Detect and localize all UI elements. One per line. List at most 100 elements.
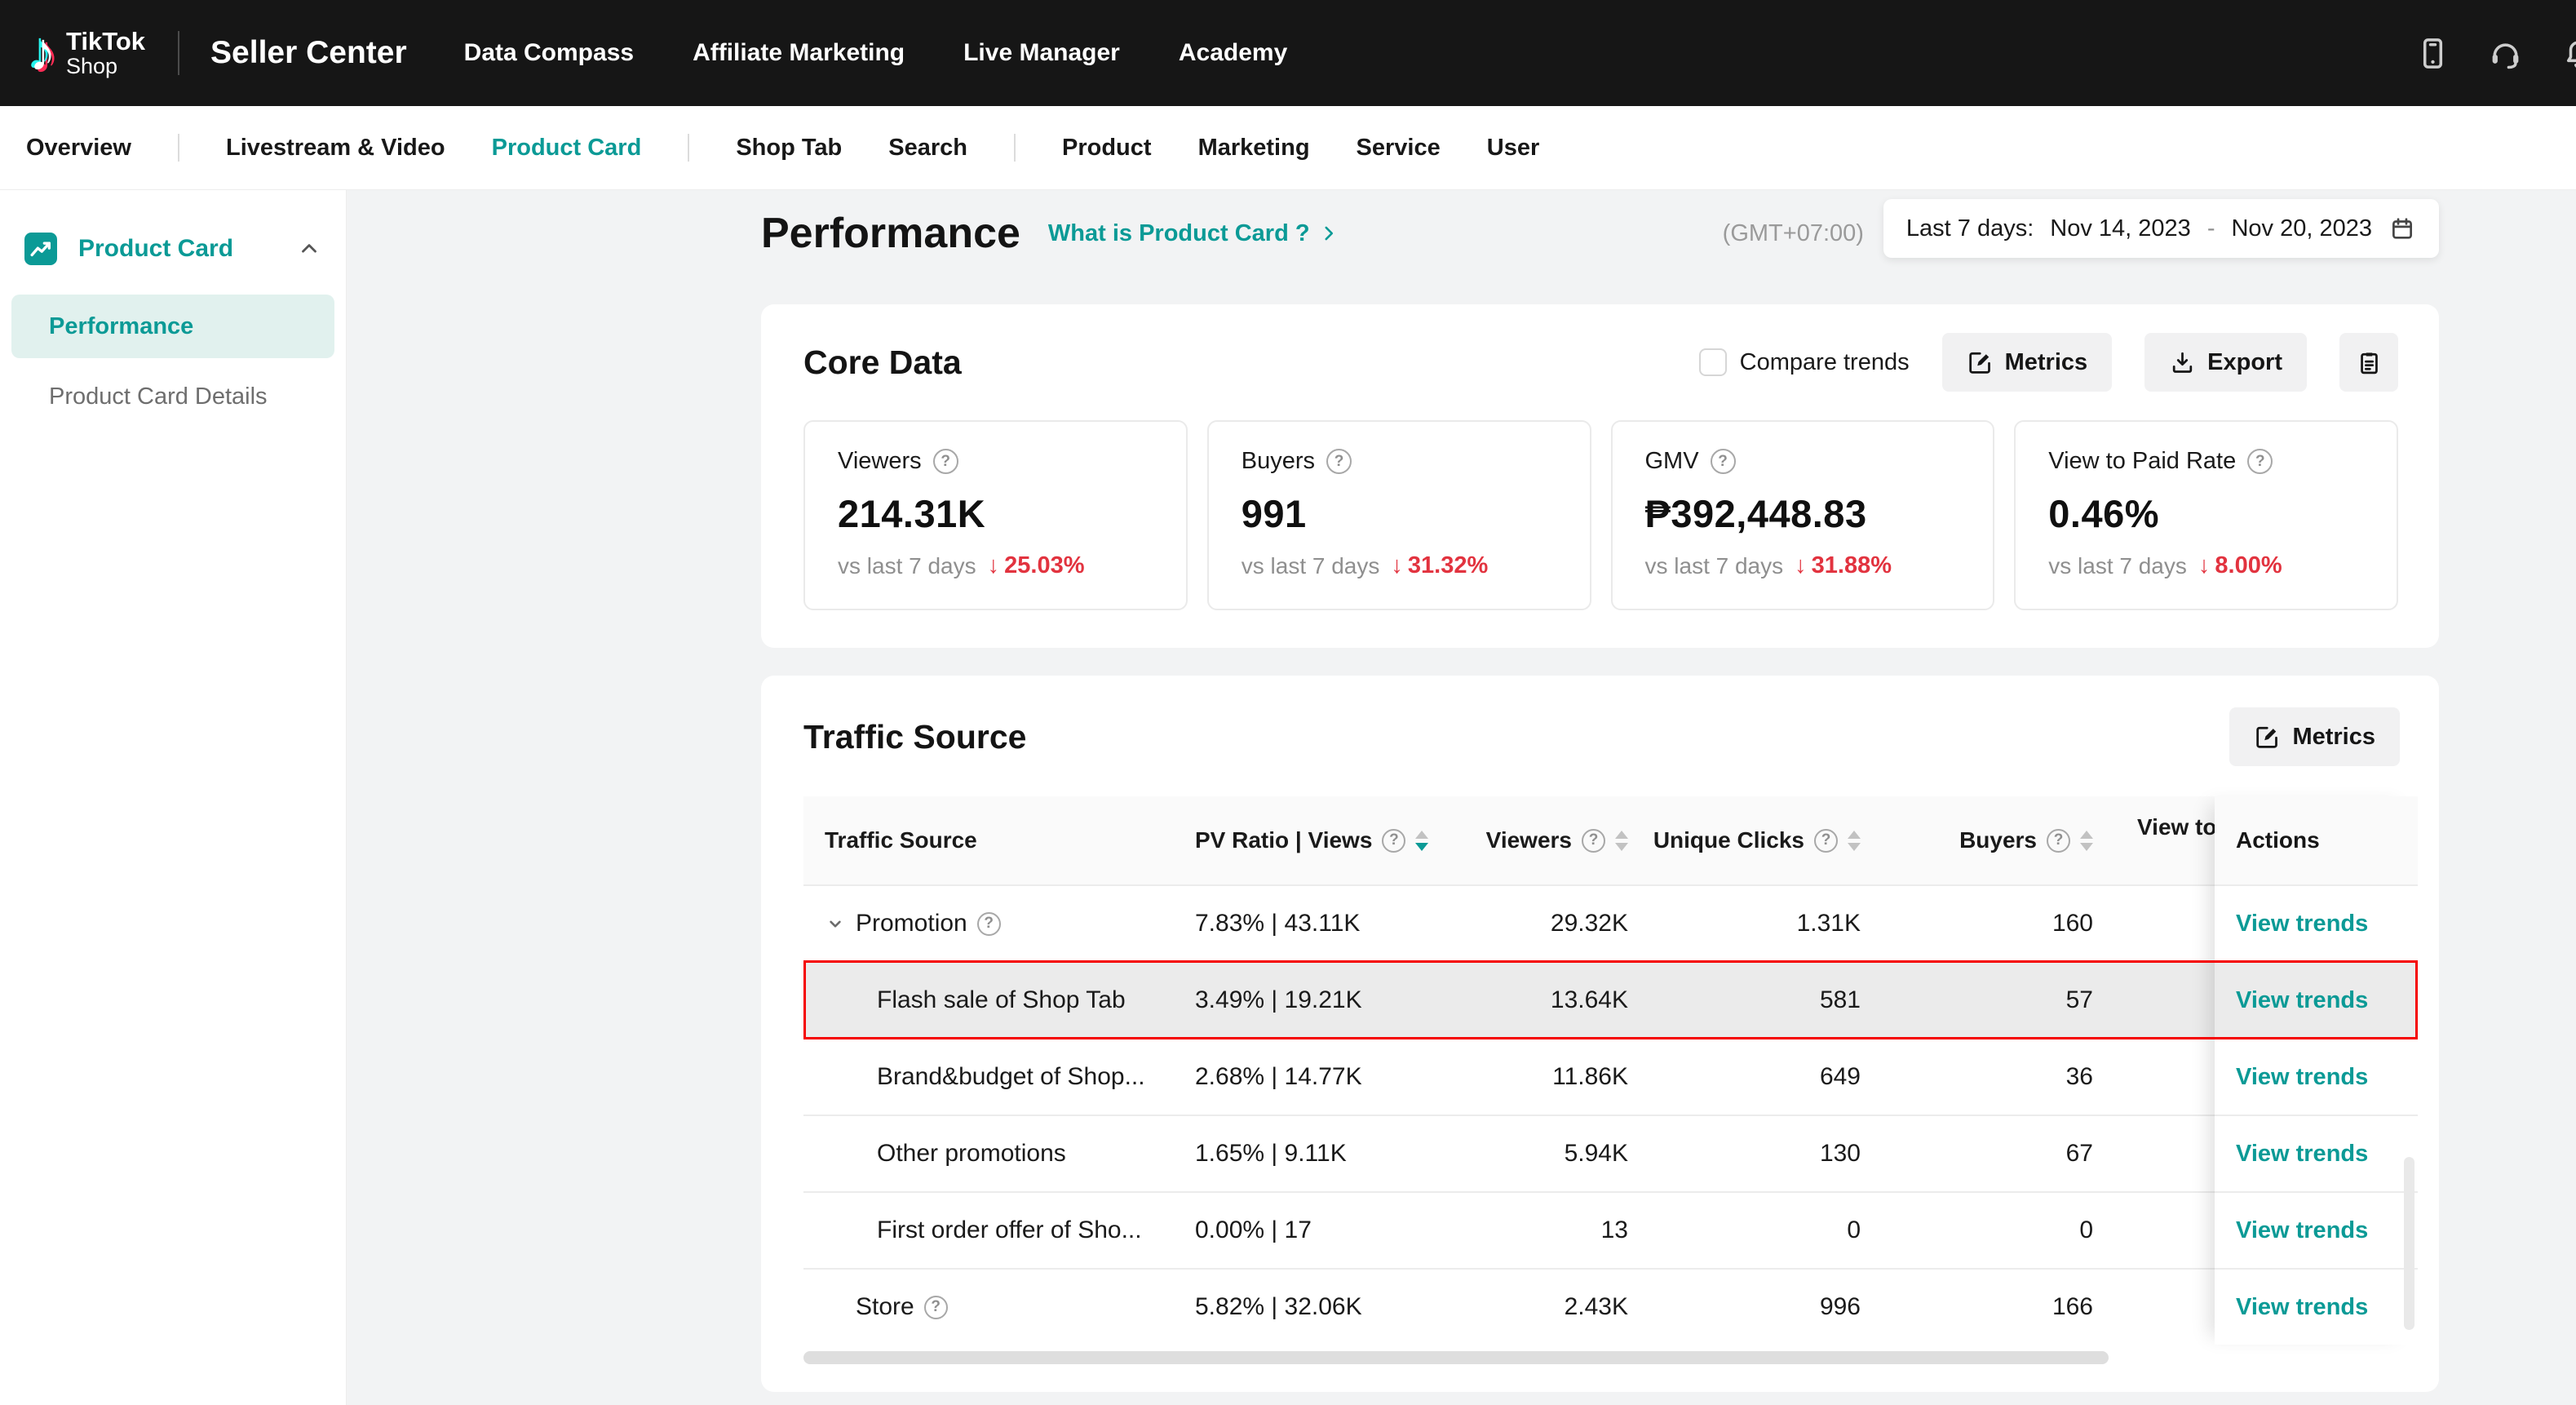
sort-control-buyers[interactable] bbox=[2080, 831, 2093, 851]
tab-product-card[interactable]: Product Card bbox=[492, 135, 642, 162]
tiktok-shop-logo[interactable]: ♪ TikTok Shop bbox=[29, 28, 145, 79]
column-header-unique-clicks: Unique Clicks ? bbox=[1640, 827, 1872, 853]
stat-card-viewers: Viewers ? 214.31K vs last 7 days ↓25.03% bbox=[803, 420, 1188, 610]
view-trends-link[interactable]: View trends bbox=[2236, 1064, 2368, 1091]
table-row-promotion[interactable]: Promotion ? 7.83% | 43.11K 29.32K 1.31K … bbox=[803, 884, 2418, 961]
scrollbar-thumb[interactable] bbox=[803, 1351, 2109, 1364]
column-header-buyers: Buyers ? bbox=[1872, 827, 2105, 853]
top-nav-affiliate-marketing[interactable]: Affiliate Marketing bbox=[693, 39, 905, 67]
tab-user[interactable]: User bbox=[1487, 135, 1540, 162]
help-icon[interactable]: ? bbox=[933, 449, 958, 474]
cell-viewers: 13 bbox=[1436, 1217, 1640, 1244]
cell-buyers: 0 bbox=[1872, 1217, 2105, 1244]
section-tab-bar: Overview Livestream & Video Product Card… bbox=[0, 106, 2576, 190]
core-data-title: Core Data bbox=[803, 343, 962, 382]
edit-metrics-icon bbox=[1967, 349, 1994, 376]
help-icon[interactable]: ? bbox=[2047, 829, 2070, 853]
help-icon[interactable]: ? bbox=[1382, 829, 1405, 853]
table-row-first-order-offer[interactable]: First order offer of Sho... 0.00% | 17 1… bbox=[803, 1191, 2418, 1268]
divider bbox=[688, 134, 689, 162]
top-nav-data-compass[interactable]: Data Compass bbox=[464, 39, 634, 67]
table-vertical-scrollbar[interactable] bbox=[2404, 1157, 2414, 1330]
column-header-traffic-source: Traffic Source bbox=[803, 827, 1179, 853]
cell-pv: 7.83% | 43.11K bbox=[1179, 910, 1436, 937]
sort-control-pv[interactable] bbox=[1415, 831, 1428, 851]
sidebar-item-performance[interactable]: Performance bbox=[11, 295, 334, 358]
compare-trends-label: Compare trends bbox=[1740, 349, 1910, 376]
cell-clicks: 649 bbox=[1640, 1063, 1872, 1091]
cell-viewers: 13.64K bbox=[1436, 986, 1640, 1014]
table-row-brand-budget[interactable]: Brand&budget of Shop... 2.68% | 14.77K 1… bbox=[803, 1038, 2418, 1115]
compare-trends-checkbox[interactable] bbox=[1699, 348, 1727, 376]
chevron-down-icon[interactable] bbox=[825, 913, 846, 934]
mobile-app-icon[interactable] bbox=[2414, 34, 2452, 73]
chevron-up-icon[interactable] bbox=[297, 237, 321, 261]
page-title: Performance bbox=[761, 209, 1020, 258]
export-button[interactable]: Export bbox=[2144, 333, 2307, 392]
top-nav-live-manager[interactable]: Live Manager bbox=[963, 39, 1120, 67]
trend-down-icon: ↓ bbox=[1795, 552, 1807, 579]
tab-overview[interactable]: Overview bbox=[26, 135, 131, 162]
help-icon[interactable]: ? bbox=[977, 912, 1001, 936]
tab-search[interactable]: Search bbox=[888, 135, 967, 162]
help-icon[interactable]: ? bbox=[1814, 829, 1838, 853]
support-headset-icon[interactable] bbox=[2486, 34, 2525, 73]
stat-value: 0.46% bbox=[2048, 491, 2364, 536]
core-stat-cards: Viewers ? 214.31K vs last 7 days ↓25.03%… bbox=[803, 420, 2398, 610]
stat-card-buyers: Buyers ? 991 vs last 7 days ↓31.32% bbox=[1207, 420, 1591, 610]
metrics-button[interactable]: Metrics bbox=[1942, 333, 2113, 392]
column-header-viewers: Viewers ? bbox=[1436, 827, 1640, 853]
delta-value: 8.00% bbox=[2215, 552, 2282, 579]
table-horizontal-scrollbar[interactable] bbox=[803, 1351, 2418, 1364]
help-icon[interactable]: ? bbox=[1582, 829, 1605, 853]
traffic-metrics-button[interactable]: Metrics bbox=[2229, 707, 2400, 766]
view-trends-link[interactable]: View trends bbox=[2236, 1141, 2368, 1168]
date-range-start: Nov 14, 2023 bbox=[2050, 215, 2191, 242]
view-trends-link[interactable]: View trends bbox=[2236, 1217, 2368, 1244]
logo-line2: Shop bbox=[66, 55, 145, 78]
help-icon[interactable]: ? bbox=[1711, 449, 1736, 474]
stat-card-view-to-paid-rate: View to Paid Rate ? 0.46% vs last 7 days… bbox=[2014, 420, 2398, 610]
sidebar-item-product-card-details[interactable]: Product Card Details bbox=[11, 368, 334, 425]
top-nav-academy[interactable]: Academy bbox=[1179, 39, 1287, 67]
notification-bell-icon[interactable] bbox=[2559, 34, 2576, 73]
cell-pv: 0.00% | 17 bbox=[1179, 1217, 1436, 1244]
table-row-store[interactable]: Store ? 5.82% | 32.06K 2.43K 996 166 bbox=[803, 1268, 2418, 1345]
tab-livestream-video[interactable]: Livestream & Video bbox=[226, 135, 445, 162]
cell-pv: 2.68% | 14.77K bbox=[1179, 1063, 1436, 1091]
table-row-flash-sale-highlighted[interactable]: Flash sale of Shop Tab 3.49% | 19.21K 13… bbox=[803, 961, 2418, 1038]
cell-clicks: 996 bbox=[1640, 1293, 1872, 1321]
date-range-label: Last 7 days: bbox=[1906, 215, 2034, 242]
table-row-other-promotions[interactable]: Other promotions 1.65% | 9.11K 5.94K 130… bbox=[803, 1115, 2418, 1191]
core-data-card: Core Data Compare trends Metrics bbox=[761, 304, 2439, 648]
help-icon[interactable]: ? bbox=[1326, 449, 1352, 474]
download-icon bbox=[2169, 349, 2196, 376]
help-icon[interactable]: ? bbox=[2247, 449, 2273, 474]
sidebar-section-product-card[interactable]: Product Card bbox=[0, 233, 346, 265]
delta-value: 31.32% bbox=[1408, 552, 1488, 579]
cell-buyers: 57 bbox=[1872, 986, 2105, 1014]
column-header-view-to: View to bbox=[2105, 814, 2215, 840]
report-button[interactable] bbox=[2339, 333, 2398, 392]
top-nav: Data Compass Affiliate Marketing Live Ma… bbox=[464, 39, 1288, 67]
divider bbox=[178, 134, 179, 162]
cell-viewers: 29.32K bbox=[1436, 910, 1640, 937]
traffic-source-title: Traffic Source bbox=[803, 718, 1026, 756]
tab-service[interactable]: Service bbox=[1357, 135, 1441, 162]
view-trends-link[interactable]: View trends bbox=[2236, 911, 2368, 937]
sort-control-clicks[interactable] bbox=[1848, 831, 1861, 851]
main-content: Performance What is Product Card ? (GMT+… bbox=[347, 190, 2576, 1405]
tab-product[interactable]: Product bbox=[1062, 135, 1152, 162]
view-trends-link[interactable]: View trends bbox=[2236, 987, 2368, 1014]
what-is-product-card-link[interactable]: What is Product Card ? bbox=[1048, 220, 1339, 247]
cell-pv: 3.49% | 19.21K bbox=[1179, 986, 1436, 1014]
top-bar: ♪ TikTok Shop Seller Center Data Compass… bbox=[0, 0, 2576, 106]
date-range-picker[interactable]: Last 7 days: Nov 14, 2023 - Nov 20, 2023 bbox=[1883, 199, 2439, 258]
sort-control-viewers[interactable] bbox=[1615, 831, 1628, 851]
help-icon[interactable]: ? bbox=[924, 1296, 948, 1319]
tab-shop-tab[interactable]: Shop Tab bbox=[736, 135, 842, 162]
divider bbox=[178, 31, 179, 75]
tab-marketing[interactable]: Marketing bbox=[1198, 135, 1310, 162]
stat-value: 214.31K bbox=[838, 491, 1153, 536]
view-trends-link[interactable]: View trends bbox=[2236, 1294, 2368, 1321]
